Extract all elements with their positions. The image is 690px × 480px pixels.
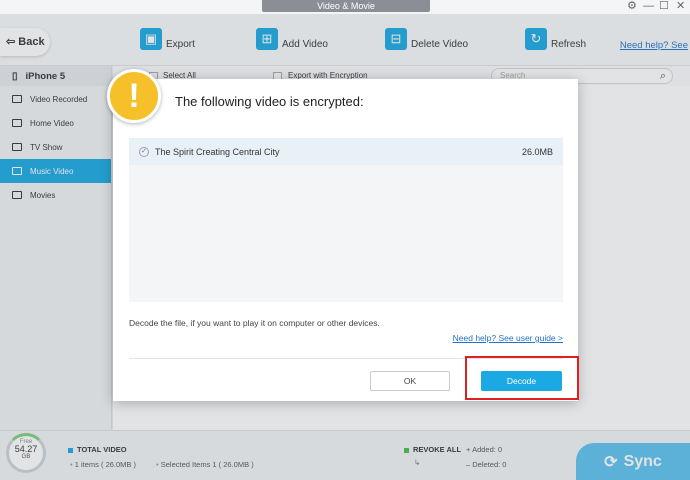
list-item[interactable]: ✓ The Spirit Creating Central City 26.0M… (129, 138, 563, 165)
video-name: The Spirit Creating Central City (155, 146, 280, 157)
window-title: Video & Movie (262, 0, 430, 12)
video-size: 26.0MB (521, 146, 553, 157)
decode-highlight-box (465, 356, 579, 400)
ok-button[interactable]: OK (370, 371, 450, 391)
title-bar: Video & Movie ⚙ — ☐ ✕ (0, 0, 690, 14)
dialog-help-link[interactable]: Need help? See user guide > (453, 333, 563, 343)
warning-icon: ! (107, 69, 161, 123)
maximize-icon[interactable]: ☐ (659, 0, 669, 12)
check-icon[interactable]: ✓ (139, 146, 149, 157)
encrypted-video-dialog: The following video is encrypted: ✓ The … (113, 79, 578, 401)
dialog-message: Decode the file, if you want to play it … (129, 318, 380, 328)
settings-icon[interactable]: ⚙ (627, 0, 637, 12)
close-icon[interactable]: ✕ (676, 0, 685, 12)
minimize-icon[interactable]: — (643, 0, 654, 12)
encrypted-video-list: ✓ The Spirit Creating Central City 26.0M… (129, 138, 563, 302)
dialog-title: The following video is encrypted: (175, 94, 364, 109)
